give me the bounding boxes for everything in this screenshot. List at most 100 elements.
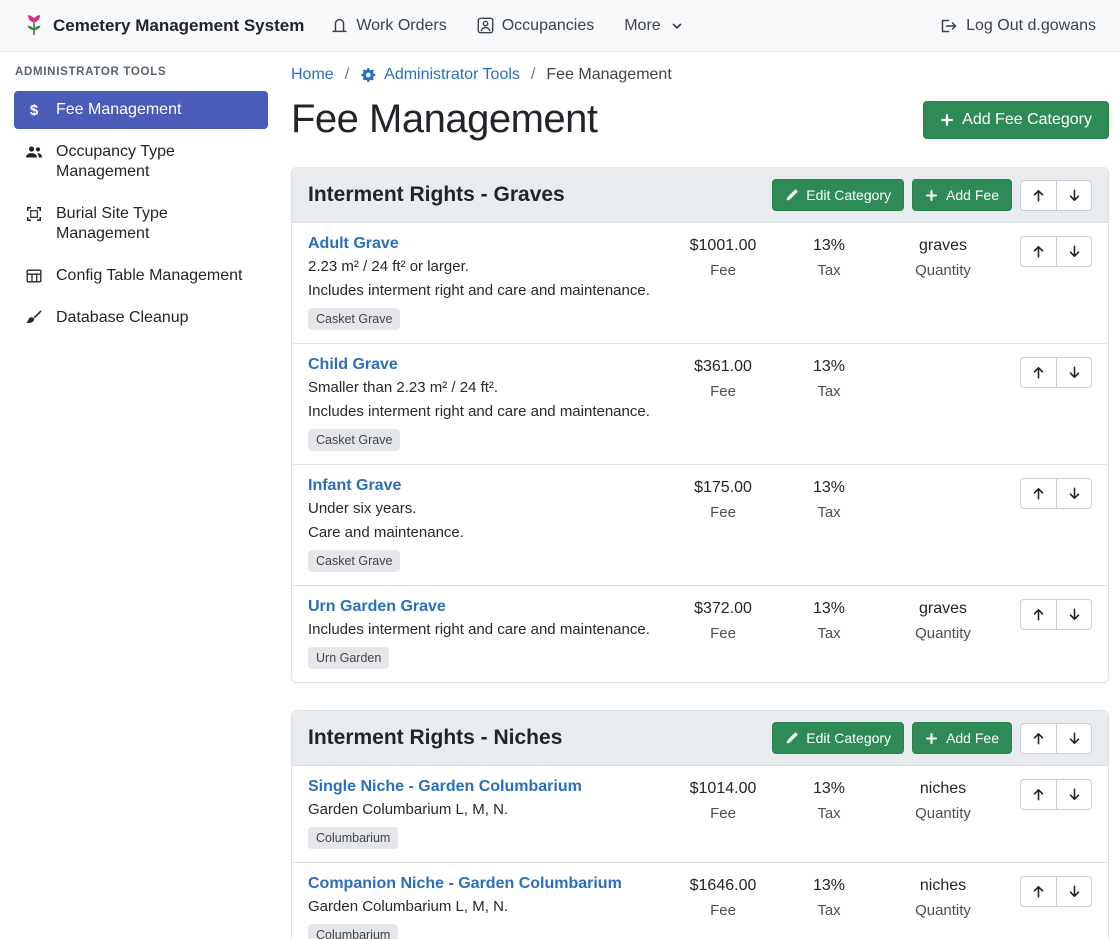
sidebar-item-fee-management[interactable]: $ Fee Management (14, 91, 268, 129)
move-category-down-button[interactable] (1056, 180, 1092, 211)
move-category-up-button[interactable] (1020, 723, 1056, 754)
tax-label: Tax (776, 805, 882, 822)
logout-label: Log Out d.gowans (966, 17, 1096, 35)
fee-name-link[interactable]: Single Niche - Garden Columbarium (308, 778, 582, 796)
move-fee-up-button[interactable] (1020, 236, 1056, 267)
sidebar-heading: ADMINISTRATOR TOOLS (15, 66, 268, 78)
tax-label: Tax (776, 625, 882, 642)
fee-amount: $1001.00 (670, 237, 776, 255)
tulip-icon (24, 13, 44, 39)
fee-amount-label: Fee (670, 262, 776, 279)
move-fee-up-button[interactable] (1020, 779, 1056, 810)
top-navbar: Cemetery Management System Work Orders O… (0, 0, 1120, 52)
main-content: Home / Administrator Tools / Fee Managem… (280, 52, 1120, 939)
fee-row: Adult Grave 2.23 m² / 24 ft² or larger. … (292, 223, 1108, 344)
arrow-down-icon (1067, 884, 1082, 899)
category-header: Interment Rights - Niches Edit Category … (292, 711, 1108, 766)
add-fee-button[interactable]: Add Fee (912, 722, 1012, 754)
sidebar-item-burial-site-type[interactable]: Burial Site Type Management (14, 195, 268, 253)
fee-type-badge: Casket Grave (308, 429, 400, 451)
move-fee-up-button[interactable] (1020, 599, 1056, 630)
arrow-down-icon (1067, 787, 1082, 802)
breadcrumb: Home / Administrator Tools / Fee Managem… (291, 66, 1109, 84)
main-nav: Work Orders Occupancies More (316, 9, 697, 43)
quantity-label: Quantity (882, 625, 1004, 642)
move-fee-down-button[interactable] (1056, 779, 1092, 810)
tax-value: 13% (776, 780, 882, 798)
category-title: Interment Rights - Niches (308, 726, 562, 750)
move-fee-up-button[interactable] (1020, 357, 1056, 388)
arrow-up-icon (1031, 188, 1046, 203)
app-brand[interactable]: Cemetery Management System (24, 13, 304, 39)
edit-category-button[interactable]: Edit Category (772, 179, 904, 211)
fee-description: Includes interment right and care and ma… (308, 403, 662, 420)
fee-type-badge: Urn Garden (308, 647, 389, 669)
fee-amount-label: Fee (670, 383, 776, 400)
fee-type-badge: Columbarium (308, 827, 398, 849)
dollar-icon: $ (24, 102, 44, 118)
edit-category-button[interactable]: Edit Category (772, 722, 904, 754)
move-fee-down-button[interactable] (1056, 599, 1092, 630)
sidebar-item-config-table[interactable]: Config Table Management (14, 257, 268, 295)
move-category-up-button[interactable] (1020, 180, 1056, 211)
sidebar-item-occupancy-type[interactable]: Occupancy Type Management (14, 133, 268, 191)
fee-amount-label: Fee (670, 625, 776, 642)
add-fee-button[interactable]: Add Fee (912, 179, 1012, 211)
plus-icon (925, 732, 938, 745)
breadcrumb-admin-tools[interactable]: Administrator Tools (360, 66, 520, 84)
nav-more[interactable]: More (609, 9, 697, 43)
add-fee-category-button[interactable]: Add Fee Category (923, 101, 1109, 139)
arrow-up-icon (1031, 607, 1046, 622)
fee-row: Companion Niche - Garden Columbarium Gar… (292, 863, 1108, 939)
fee-description: 2.23 m² / 24 ft² or larger. (308, 258, 662, 275)
tax-label: Tax (776, 262, 882, 279)
sidebar-item-label: Occupancy Type Management (56, 142, 258, 182)
nav-work-orders[interactable]: Work Orders (316, 9, 461, 43)
quantity-unit: graves (882, 237, 1004, 255)
sidebar-item-database-cleanup[interactable]: Database Cleanup (14, 299, 268, 337)
breadcrumb-admin-tools-label: Administrator Tools (384, 66, 520, 84)
fee-amount-label: Fee (670, 504, 776, 521)
fee-name-link[interactable]: Companion Niche - Garden Columbarium (308, 875, 622, 893)
move-category-down-button[interactable] (1056, 723, 1092, 754)
quantity-unit: graves (882, 600, 1004, 618)
page-title: Fee Management (291, 97, 598, 142)
add-fee-label: Add Fee (946, 187, 999, 203)
edit-category-label: Edit Category (806, 730, 891, 746)
move-fee-up-button[interactable] (1020, 876, 1056, 907)
category-card-niches: Interment Rights - Niches Edit Category … (291, 710, 1109, 939)
logout-icon (939, 18, 957, 34)
plus-icon (925, 189, 938, 202)
arrow-down-icon (1067, 365, 1082, 380)
pencil-icon (785, 189, 798, 202)
fee-amount: $175.00 (670, 479, 776, 497)
logout-link[interactable]: Log Out d.gowans (939, 17, 1096, 35)
breadcrumb-current: Fee Management (546, 66, 671, 84)
admin-sidebar: ADMINISTRATOR TOOLS $ Fee Management Occ… (0, 52, 280, 353)
fee-description: Garden Columbarium L, M, N. (308, 898, 662, 915)
fee-reorder-group (1020, 599, 1092, 630)
fee-name-link[interactable]: Child Grave (308, 356, 398, 374)
move-fee-down-button[interactable] (1056, 236, 1092, 267)
fee-type-badge: Columbarium (308, 924, 398, 939)
breadcrumb-home[interactable]: Home (291, 66, 334, 84)
fee-reorder-group (1020, 478, 1092, 509)
fee-name-link[interactable]: Urn Garden Grave (308, 598, 446, 616)
quantity-label: Quantity (882, 262, 1004, 279)
category-header: Interment Rights - Graves Edit Category … (292, 168, 1108, 223)
fee-name-link[interactable]: Infant Grave (308, 477, 401, 495)
fee-row: Infant Grave Under six years. Care and m… (292, 465, 1108, 586)
move-fee-up-button[interactable] (1020, 478, 1056, 509)
nav-occupancies[interactable]: Occupancies (462, 9, 610, 43)
move-fee-down-button[interactable] (1056, 876, 1092, 907)
add-fee-category-label: Add Fee Category (962, 111, 1092, 129)
move-fee-down-button[interactable] (1056, 478, 1092, 509)
breadcrumb-home-label: Home (291, 66, 334, 84)
breadcrumb-separator: / (345, 66, 349, 84)
fee-name-link[interactable]: Adult Grave (308, 235, 399, 253)
fee-description: Smaller than 2.23 m² / 24 ft². (308, 379, 662, 396)
chevron-down-icon (671, 20, 683, 32)
move-fee-down-button[interactable] (1056, 357, 1092, 388)
quantity-unit (882, 479, 1004, 497)
person-box-icon (477, 17, 494, 34)
